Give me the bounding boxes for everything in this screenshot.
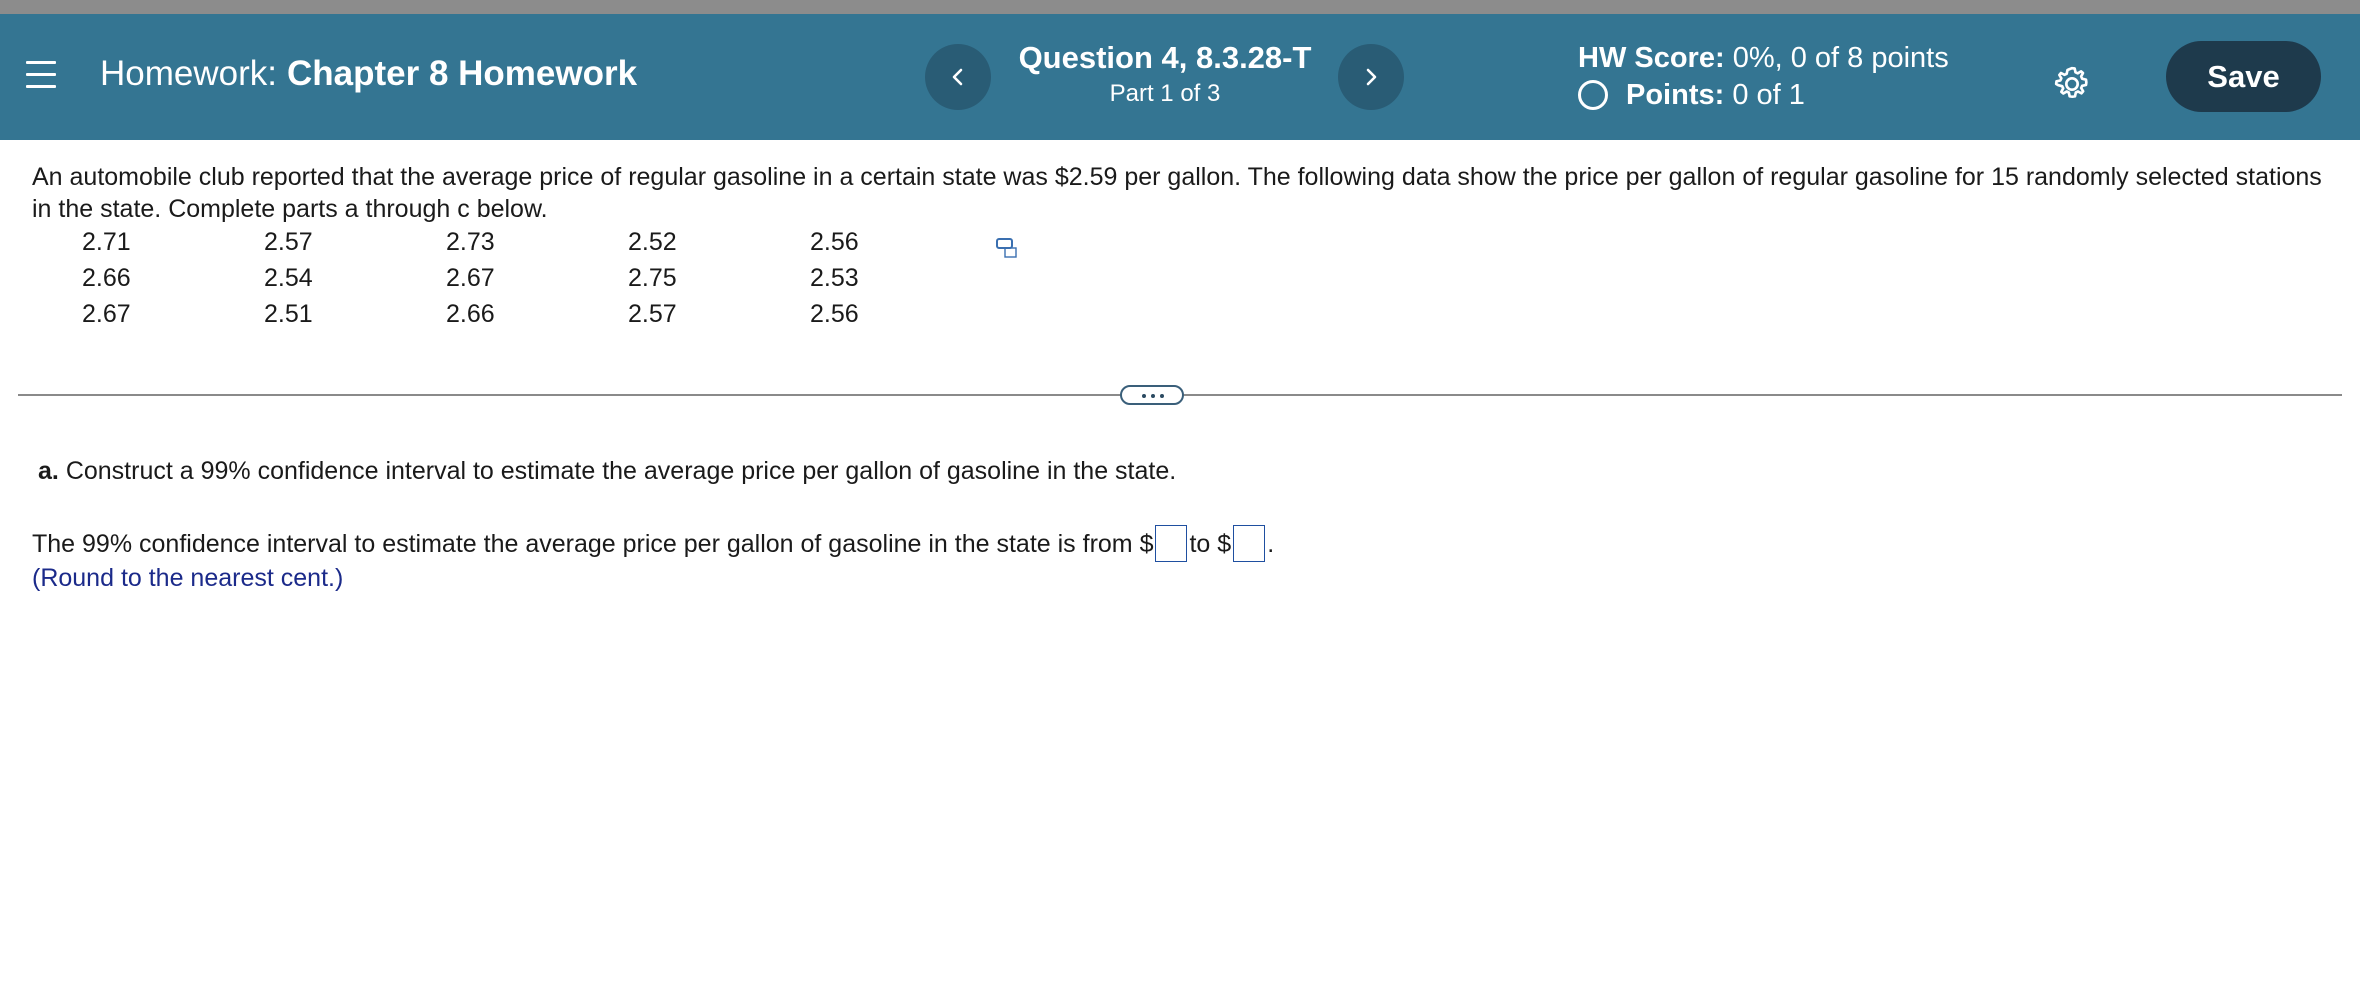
status-circle-icon: [1578, 80, 1608, 110]
menu-icon[interactable]: [26, 59, 60, 89]
part-a-question: a. Construct a 99% confidence interval t…: [38, 457, 1176, 486]
data-cell: 2.66: [82, 264, 131, 292]
data-cell: 2.57: [264, 228, 313, 256]
data-cell: 2.71: [82, 228, 131, 256]
chevron-right-icon: [1366, 68, 1377, 86]
data-row: 2.67 2.51 2.66 2.57 2.56: [82, 300, 992, 336]
hw-score-value: 0%, 0 of 8 points: [1732, 42, 1949, 74]
problem-statement: An automobile club reported that the ave…: [32, 163, 2322, 223]
answer-mid: to $: [1189, 530, 1232, 558]
data-row: 2.66 2.54 2.67 2.75 2.53: [82, 264, 992, 300]
answer-suffix: .: [1267, 530, 1275, 558]
part-a-text: Construct a 99% confidence interval to e…: [65, 457, 1177, 485]
previous-question-button[interactable]: [925, 44, 991, 110]
data-cell: 2.56: [810, 300, 859, 328]
next-question-button[interactable]: [1338, 44, 1404, 110]
homework-prefix: Homework:: [100, 54, 277, 93]
data-cell: 2.67: [446, 264, 495, 292]
data-cell: 2.53: [810, 264, 859, 292]
data-cell: 2.51: [264, 300, 313, 328]
homework-title: Homework: Chapter 8 Homework: [100, 54, 637, 94]
save-button[interactable]: Save: [2166, 41, 2321, 112]
gear-icon[interactable]: [2052, 64, 2092, 104]
data-cell: 2.57: [628, 300, 677, 328]
lower-bound-input[interactable]: [1155, 525, 1188, 562]
rounding-note: (Round to the nearest cent.): [32, 564, 344, 592]
hw-score: HW Score: 0%, 0 of 8 points: [1578, 42, 1949, 75]
data-cell: 2.54: [264, 264, 313, 292]
part-a-label: a.: [38, 457, 59, 485]
header-bar: Homework: Chapter 8 Homework Question 4, …: [0, 14, 2360, 140]
data-cell: 2.67: [82, 300, 131, 328]
upper-bound-input[interactable]: [1233, 525, 1266, 562]
top-strip: [0, 0, 2360, 14]
question-part: Part 1 of 3: [1109, 80, 1221, 107]
data-cell: 2.52: [628, 228, 677, 256]
points-label: Points:: [1626, 79, 1725, 111]
points-value: 0 of 1: [1732, 79, 1805, 111]
expand-ellipsis-button[interactable]: [1120, 385, 1184, 405]
points: Points: 0 of 1: [1578, 79, 1805, 112]
hw-score-label: HW Score:: [1578, 42, 1725, 74]
question-title: Question 4, 8.3.28-T: [1018, 40, 1312, 75]
copy-data-icon[interactable]: [996, 237, 1020, 259]
data-table: 2.71 2.57 2.73 2.52 2.56 2.66 2.54 2.67 2.75 2.5…: [82, 228, 992, 336]
data-cell: 2.73: [446, 228, 495, 256]
chevron-left-icon: [952, 68, 963, 86]
data-cell: 2.56: [810, 228, 859, 256]
answer-line: The 99% confidence interval to estimate …: [32, 525, 1274, 562]
homework-name: Chapter 8 Homework: [286, 54, 638, 93]
answer-prefix: The 99% confidence interval to estimate …: [32, 530, 1154, 558]
data-cell: 2.75: [628, 264, 677, 292]
data-row: 2.71 2.57 2.73 2.52 2.56: [82, 228, 992, 264]
data-cell: 2.66: [446, 300, 495, 328]
